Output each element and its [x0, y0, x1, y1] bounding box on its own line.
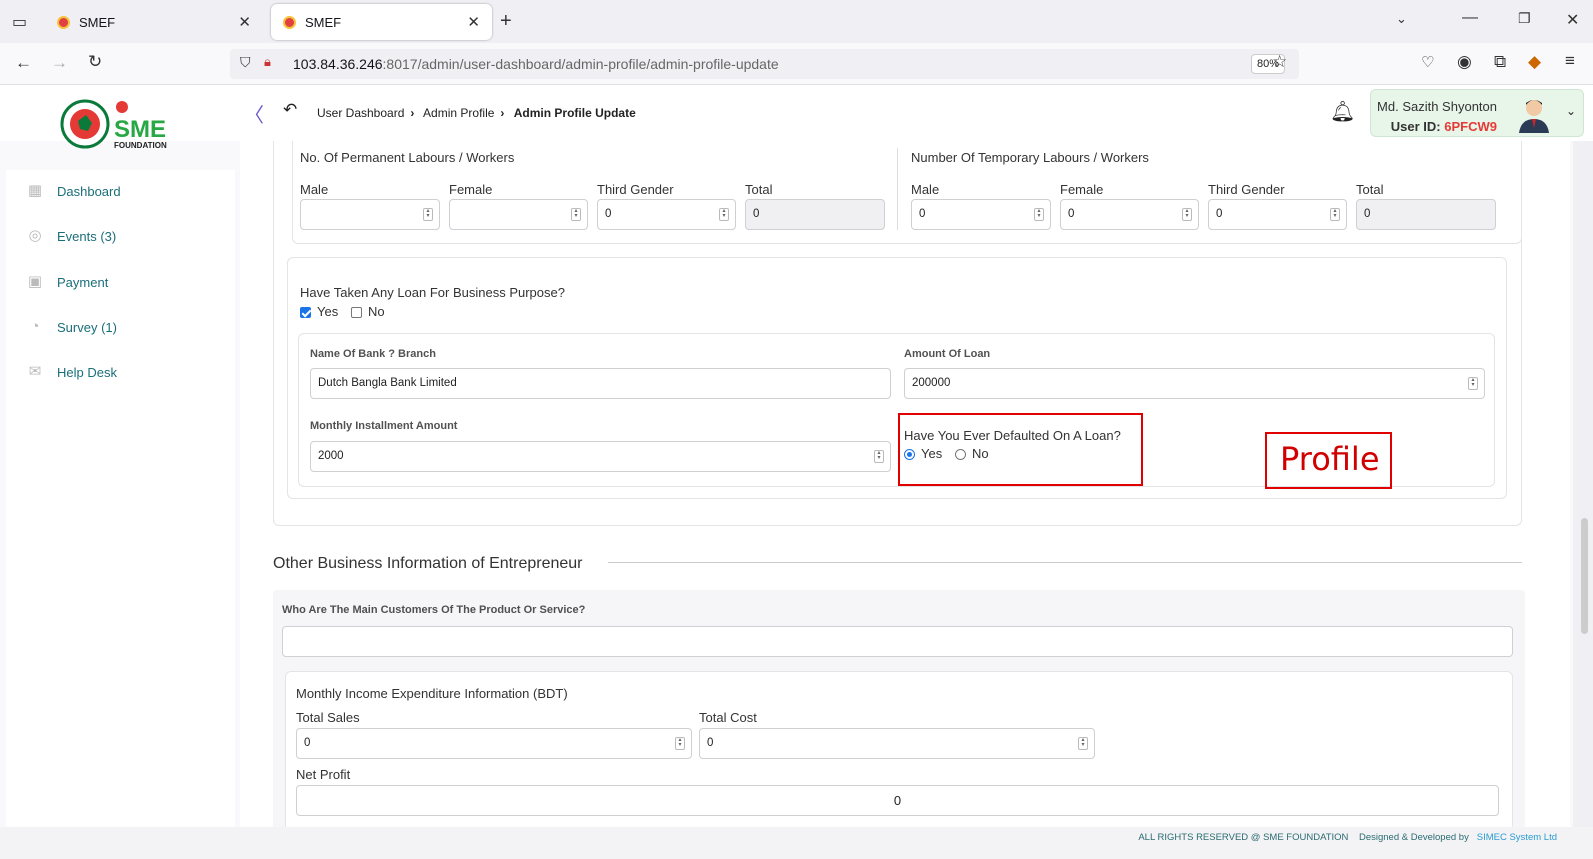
- footer: ALL RIGHTS RESERVED @ SME FOUNDATION Des…: [0, 827, 1593, 859]
- app-header: SME FOUNDATION 〈 ↶ User Dashboard › Admin…: [0, 85, 1593, 149]
- bank-input[interactable]: Dutch Bangla Bank Limited: [310, 368, 891, 399]
- breadcrumb: User Dashboard › Admin Profile › Admin Pro…: [317, 106, 642, 120]
- section-title: Other Business Information of Entreprene…: [273, 555, 583, 572]
- user-id: User ID: 6PFCW9: [1390, 119, 1497, 134]
- loan-yes-label: Yes: [317, 304, 339, 319]
- sidebar-item-label: Survey (1): [57, 319, 117, 335]
- browser-tab-2[interactable]: SMEF ✕: [271, 4, 492, 40]
- bookmark-star-icon[interactable]: ☆: [1272, 52, 1287, 72]
- grid-icon: ▦: [27, 182, 43, 199]
- close-tab-icon[interactable]: ✕: [467, 13, 480, 31]
- close-window-icon[interactable]: ✕: [1566, 10, 1579, 30]
- chevron-right-icon: ›: [500, 106, 505, 120]
- events-icon: ◎: [28, 227, 42, 244]
- sidebar-item-label: Dashboard: [57, 183, 121, 199]
- sidebar-item-label: Help Desk: [57, 364, 117, 380]
- sme-foundation-logo: SME FOUNDATION: [60, 99, 167, 149]
- sales-input[interactable]: 0 ▴ ▾: [296, 728, 692, 759]
- sidebar-item-events[interactable]: ◎ Events (3): [26, 227, 116, 245]
- menu-icon[interactable]: ≡: [1565, 51, 1575, 71]
- sales-label: Total Sales: [296, 710, 360, 725]
- shield-icon[interactable]: ⛉: [240, 54, 251, 71]
- sidebar-item-label: Events (3): [57, 228, 117, 244]
- back-arrow-icon[interactable]: ←: [15, 53, 32, 73]
- address-bar[interactable]: ⛉ 🔒︎ 103.84.36.246:8017/admin/user-dashb…: [230, 49, 1299, 79]
- new-tab-icon[interactable]: +: [500, 10, 512, 33]
- sidebar-item-payment[interactable]: ▣ Payment: [26, 273, 108, 291]
- url-text[interactable]: 103.84.36.246:8017/admin/user-dashboard/…: [293, 56, 779, 72]
- page-scrollbar[interactable]: [1573, 141, 1593, 827]
- reload-icon[interactable]: ↻: [88, 52, 102, 72]
- breadcrumb-admin-profile[interactable]: Admin Profile: [423, 106, 494, 120]
- browser-tab-1[interactable]: SMEF ✕: [45, 4, 263, 40]
- amount-label: Amount Of Loan: [904, 348, 991, 360]
- bell-icon[interactable]: 🔔︎: [1330, 99, 1355, 124]
- sidebar-item-label: Payment: [57, 274, 109, 290]
- spinner-icon[interactable]: ▴ ▾: [874, 450, 884, 463]
- sidebar-item-dashboard[interactable]: ▦ Dashboard: [26, 182, 121, 200]
- loan-no-checkbox[interactable]: [351, 307, 362, 318]
- forward-arrow-icon[interactable]: →: [51, 53, 68, 73]
- mail-icon: ✉: [28, 363, 42, 380]
- breadcrumb-current: Admin Profile Update: [513, 106, 636, 120]
- browser-nav-bar: ← → ↻ ⛉ 🔒︎ 103.84.36.246:8017/admin/user…: [0, 43, 1593, 85]
- sidebar-item-help-desk[interactable]: ✉ Help Desk: [26, 363, 117, 381]
- account-icon[interactable]: ◉: [1457, 52, 1472, 72]
- chevron-down-icon[interactable]: ⌄: [1566, 104, 1576, 118]
- profit-label: Net Profit: [296, 767, 351, 782]
- pocket-icon[interactable]: ♡: [1421, 53, 1434, 71]
- insecure-lock-icon[interactable]: 🔒︎: [264, 54, 271, 70]
- chevron-down-icon[interactable]: ⌄: [1396, 11, 1407, 27]
- tab-title: SMEF: [305, 14, 342, 30]
- payment-icon: ▣: [27, 273, 43, 290]
- footer-rights: ALL RIGHTS RESERVED @ SME FOUNDATION: [1138, 832, 1349, 843]
- sidebar: ▦ Dashboard ◎ Events (3) ▣ Payment ◔ Survey …: [6, 170, 235, 827]
- cost-input[interactable]: 0 ▴ ▾: [699, 728, 1095, 759]
- close-tab-icon[interactable]: ✕: [238, 13, 251, 31]
- loan-yes-checkbox[interactable]: [300, 307, 311, 318]
- restore-icon[interactable]: ❐: [1518, 10, 1531, 27]
- tab-list-icon[interactable]: ▭: [12, 12, 27, 32]
- main-content: No. Of Permanent Labours / Workers Male …: [240, 141, 1570, 827]
- user-name: Md. Sazith Shyonton: [1377, 99, 1497, 114]
- addon-icon[interactable]: ◆: [1528, 52, 1541, 72]
- cost-label: Total Cost: [699, 710, 757, 725]
- footer-text: ALL RIGHTS RESERVED @ SME FOUNDATION Des…: [1138, 832, 1557, 843]
- back-icon[interactable]: ↶: [283, 100, 297, 120]
- footer-designed: Designed & Developed by: [1358, 832, 1469, 843]
- browser-tab-bar: ▭ SMEF ✕ SMEF ✕ + ⌄ — ❐ ✕: [0, 0, 1593, 43]
- highlight-box: [898, 413, 1143, 486]
- profit-input: 0: [296, 785, 1499, 816]
- installment-input[interactable]: 2000 ▴ ▾: [310, 441, 891, 472]
- tab-title: SMEF: [79, 14, 116, 30]
- smef-favicon-icon: [57, 15, 70, 29]
- minimize-icon[interactable]: —: [1462, 9, 1478, 27]
- customers-input[interactable]: [282, 626, 1513, 657]
- spinner-icon[interactable]: ▴ ▾: [1078, 737, 1088, 750]
- bank-label: Name Of Bank ? Branch: [310, 348, 436, 360]
- spinner-icon[interactable]: ▴ ▾: [675, 737, 685, 750]
- avatar: [1519, 100, 1549, 133]
- income-title: Monthly Income Expenditure Information (…: [296, 686, 568, 701]
- footer-company-link[interactable]: SIMEC System Ltd: [1477, 832, 1557, 843]
- scrollbar-thumb[interactable]: [1581, 518, 1588, 634]
- survey-icon: ◔: [30, 318, 40, 335]
- customers-label: Who Are The Main Customers Of The Produc…: [282, 604, 586, 616]
- amount-input[interactable]: 200000 ▴ ▾: [904, 368, 1485, 399]
- installment-label: Monthly Installment Amount: [310, 420, 458, 432]
- section-divider: [608, 562, 1522, 563]
- collapse-sidebar-icon[interactable]: 〈: [244, 99, 264, 128]
- chevron-right-icon: ›: [410, 106, 415, 120]
- loan-question: Have Taken Any Loan For Business Purpose…: [300, 285, 565, 300]
- breadcrumb-user-dashboard[interactable]: User Dashboard: [317, 106, 404, 120]
- logo-subtext: FOUNDATION: [114, 141, 167, 149]
- user-menu[interactable]: Md. Sazith Shyonton User ID: 6PFCW9 ⌄: [1370, 89, 1584, 137]
- extensions-icon[interactable]: ⧉: [1494, 52, 1506, 72]
- loan-no-label: No: [368, 304, 385, 319]
- sidebar-item-survey[interactable]: ◔ Survey (1): [26, 318, 117, 336]
- logo-text: SME: [114, 116, 166, 143]
- spinner-icon[interactable]: ▴ ▾: [1468, 377, 1478, 390]
- smef-favicon-icon: [283, 15, 296, 29]
- profile-annotation: Profile: [1280, 440, 1380, 478]
